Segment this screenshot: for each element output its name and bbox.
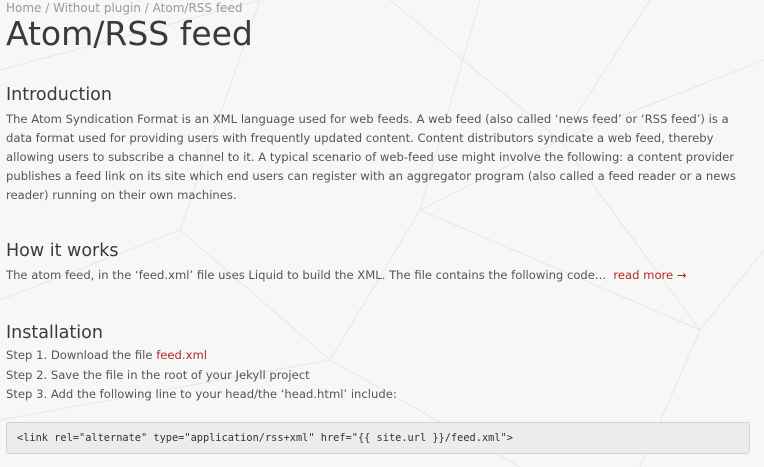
breadcrumb-separator: / [144,1,149,15]
section-heading-installation: Installation [6,323,103,343]
section-heading-how-it-works: How it works [6,241,119,261]
feed-xml-download-link[interactable]: feed.xml [156,348,207,362]
install-step-1-text: Step 1. Download the file [6,348,157,362]
install-step-3: Step 3. Add the following line to your h… [6,387,397,401]
code-snippet[interactable]: <link rel="alternate" type="application/… [6,422,750,454]
how-it-works-description: The atom feed, in the ‘feed.xml’ file us… [6,268,606,282]
install-step-2: Step 2. Save the file in the root of you… [6,367,310,382]
breadcrumb-item-without-plugin[interactable]: Without plugin [53,1,141,15]
section-heading-introduction: Introduction [6,85,112,105]
read-more-link[interactable]: read more → [613,268,686,282]
introduction-text: The Atom Syndication Format is an XML la… [6,112,736,202]
page-title: Atom/RSS feed [6,14,253,53]
breadcrumb-item-current: Atom/RSS feed [152,1,243,15]
installation-steps: Step 1. Download the file feed.xml Step … [6,346,397,405]
breadcrumb-item-home[interactable]: Home [6,1,41,15]
how-it-works-text: The atom feed, in the ‘feed.xml’ file us… [6,266,758,285]
breadcrumb-separator: / [45,1,50,15]
install-step-1: Step 1. Download the file feed.xml [6,346,397,366]
